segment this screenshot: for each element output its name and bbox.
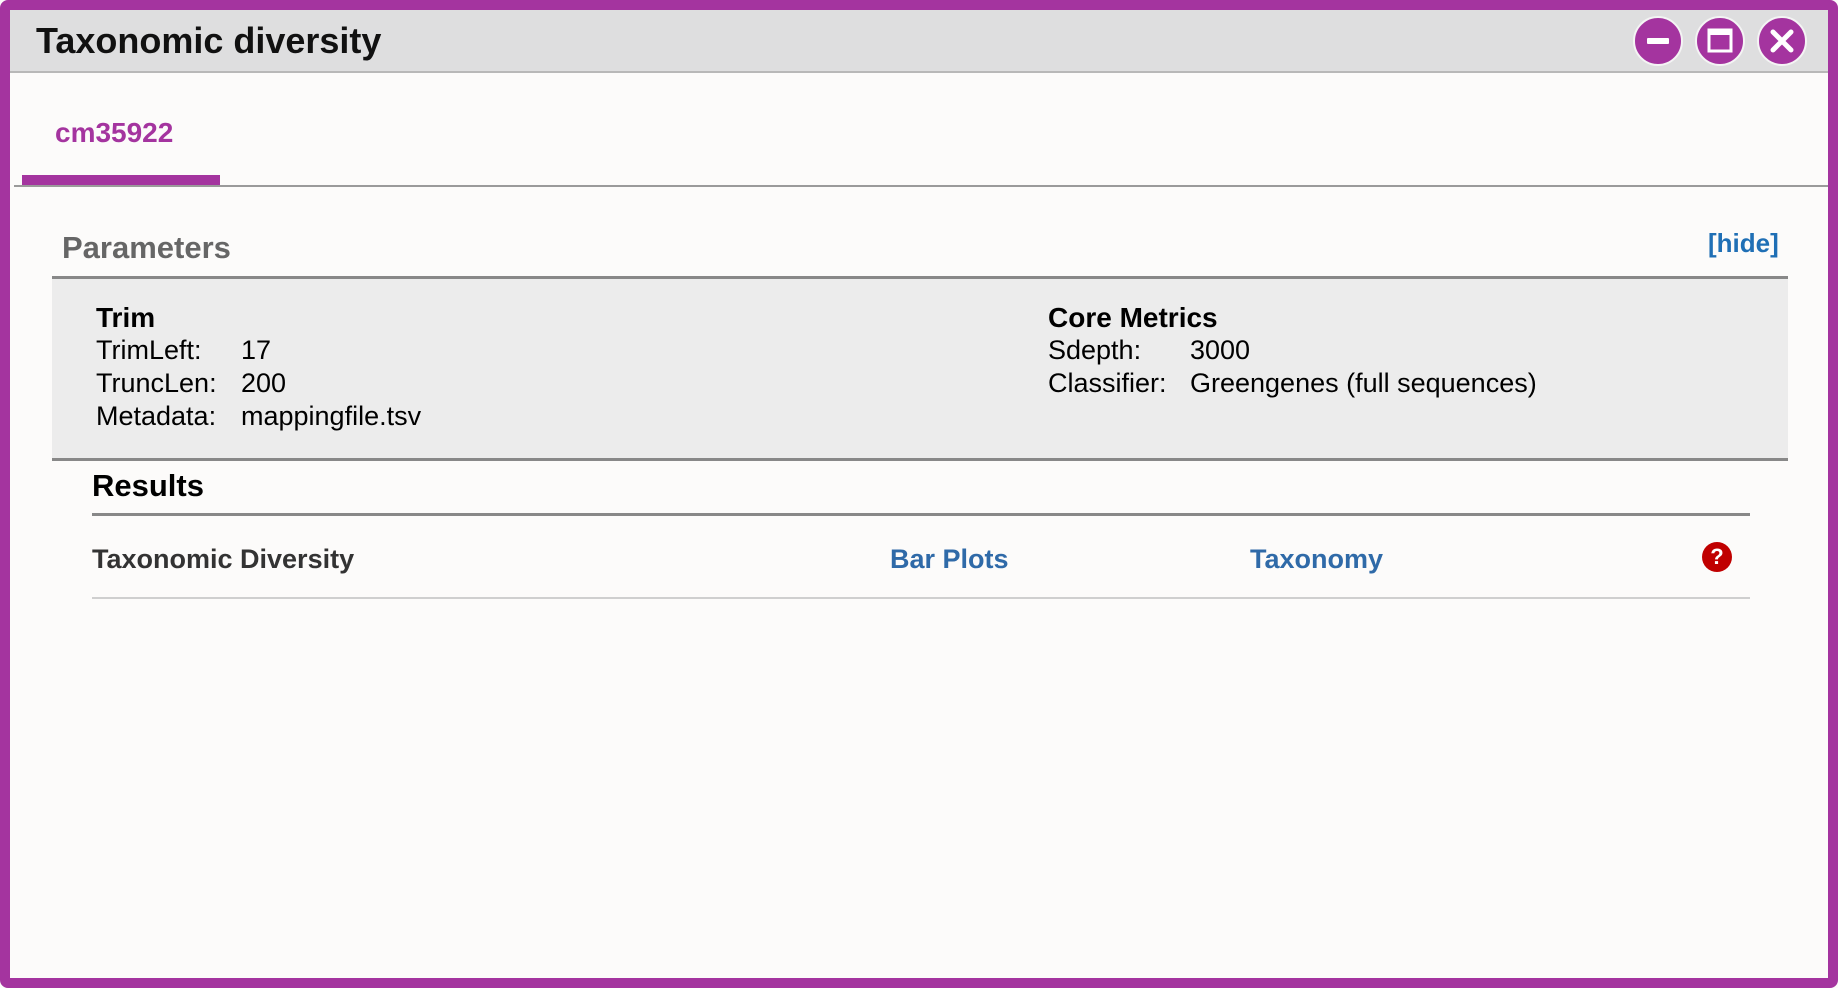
active-tab-indicator xyxy=(22,175,220,185)
param-key: Metadata: xyxy=(96,401,217,431)
resize-handle[interactable] xyxy=(1822,974,1832,987)
minimize-button[interactable] xyxy=(1633,16,1683,66)
param-row-trunclen: TruncLen: 200 xyxy=(96,367,286,400)
trim-title: Trim xyxy=(96,302,156,333)
close-icon xyxy=(1770,29,1794,53)
result-name: Taxonomic Diversity xyxy=(92,544,355,574)
parameters-panel: Trim TrimLeft: 17 TruncLen: 200 Metadata… xyxy=(52,276,1788,461)
taxonomy-link[interactable]: Taxonomy xyxy=(1250,544,1383,575)
param-value: Greengenes (full sequences) xyxy=(1190,368,1537,398)
param-key: TrimLeft: xyxy=(96,335,202,365)
param-value: 17 xyxy=(241,335,272,365)
param-key: Classifier: xyxy=(1048,368,1167,398)
window-title: Taxonomic diversity xyxy=(36,20,382,61)
tab-cm35922[interactable]: cm35922 xyxy=(22,85,220,185)
param-value: 200 xyxy=(241,368,287,398)
parameters-heading: Parameters xyxy=(62,230,231,265)
title-bar[interactable]: Taxonomic diversity xyxy=(10,10,1828,73)
param-row-metadata: Metadata: mappingfile.tsv xyxy=(96,400,421,433)
close-button[interactable] xyxy=(1757,16,1807,66)
minimize-icon xyxy=(1647,38,1669,44)
param-key: TruncLen: xyxy=(96,368,217,398)
param-row-sdepth: Sdepth: 3000 xyxy=(1048,334,1250,367)
param-key: Sdepth: xyxy=(1048,335,1142,365)
help-icon[interactable]: ? xyxy=(1702,542,1732,572)
hide-parameters-link[interactable]: [hide] xyxy=(1708,228,1779,259)
param-row-trimleft: TrimLeft: 17 xyxy=(96,334,271,367)
param-value: mappingfile.tsv xyxy=(241,401,422,431)
core-metrics-parameters: Core Metrics Sdepth: 3000 Classifier: Gr… xyxy=(1048,301,1537,400)
results-heading: Results xyxy=(92,468,204,503)
results-divider xyxy=(92,513,1750,516)
bar-plots-link[interactable]: Bar Plots xyxy=(890,544,1009,575)
result-row-divider xyxy=(92,597,1750,599)
tab-label: cm35922 xyxy=(55,117,174,148)
maximize-icon xyxy=(1707,28,1733,53)
maximize-button[interactable] xyxy=(1695,16,1745,66)
resize-grip-icon xyxy=(1822,977,1832,987)
trim-parameters: Trim TrimLeft: 17 TruncLen: 200 Metadata… xyxy=(96,301,421,433)
core-metrics-title: Core Metrics xyxy=(1048,302,1218,333)
tab-bar-divider xyxy=(14,185,1828,187)
param-row-classifier: Classifier: Greengenes (full sequences) xyxy=(1048,367,1537,400)
app-window: Taxonomic diversity cm35922 Parameters [… xyxy=(0,0,1838,988)
param-value: 3000 xyxy=(1190,335,1251,365)
